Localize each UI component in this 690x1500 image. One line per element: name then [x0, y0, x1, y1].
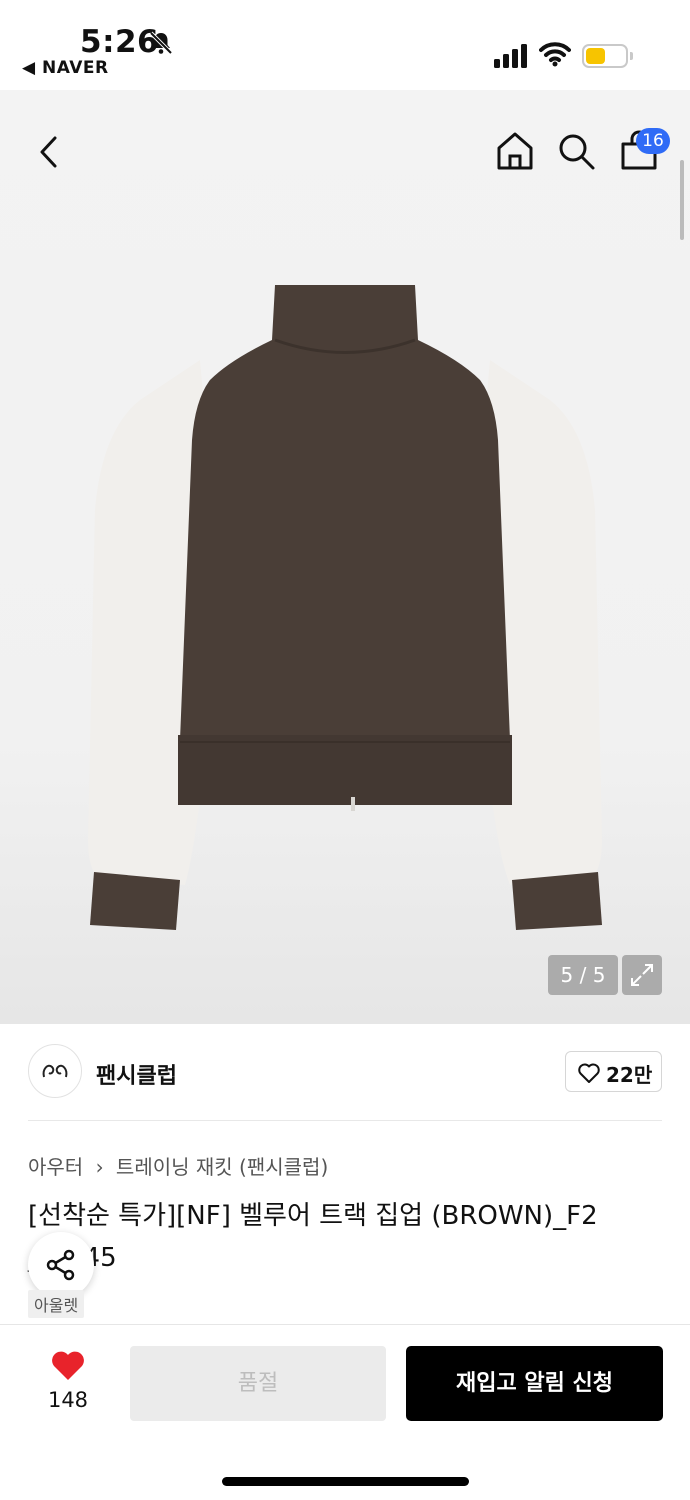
home-icon[interactable] — [495, 130, 535, 172]
home-indicator — [222, 1477, 469, 1486]
divider — [28, 1120, 662, 1121]
seller-like-button[interactable]: 22만 — [565, 1051, 662, 1092]
restock-alert-button[interactable]: 재입고 알림 신청 — [406, 1346, 663, 1421]
soldout-button: 품절 — [130, 1346, 386, 1421]
product-like-count: 148 — [47, 1388, 89, 1412]
breadcrumb-subcategory[interactable]: 트레이닝 재킷 (팬시클럽) — [116, 1155, 328, 1179]
bell-muted-icon — [149, 31, 173, 55]
scroll-indicator — [680, 160, 684, 240]
breadcrumb: 아우터 › 트레이닝 재킷 (팬시클럽) — [28, 1151, 328, 1180]
brand-logo-icon — [42, 1064, 68, 1078]
heart-outline-icon — [578, 1063, 600, 1083]
seller-row[interactable]: 팬시클럽 22만 — [28, 1044, 662, 1100]
seller-name[interactable]: 팬시클럽 — [96, 1058, 177, 1090]
product-image — [88, 285, 602, 930]
share-button[interactable] — [28, 1232, 94, 1298]
status-bar: 5:26 ◀ NAVER — [0, 0, 690, 90]
heart-filled-icon[interactable] — [50, 1350, 86, 1382]
fullscreen-button[interactable] — [622, 955, 662, 995]
wifi-icon — [539, 42, 571, 67]
image-pager: 5 / 5 — [548, 955, 618, 995]
chevron-right-icon: › — [95, 1155, 104, 1179]
cellular-signal-icon — [494, 44, 527, 68]
breadcrumb-category[interactable]: 아우터 — [28, 1155, 83, 1179]
back-chevron-icon[interactable] — [36, 132, 66, 172]
seller-like-count: 22만 — [606, 1063, 653, 1087]
back-to-app-link[interactable]: ◀ NAVER — [22, 58, 109, 78]
outlet-tag: 아울렛 — [28, 1290, 85, 1318]
product-title: [선착순 특가][NF] 벨루어 트랙 집업 (BROWN)_F2 ___945 — [28, 1201, 598, 1273]
search-icon[interactable] — [557, 132, 597, 172]
battery-icon — [582, 44, 633, 68]
expand-arrows-icon — [631, 964, 653, 986]
share-icon — [46, 1249, 75, 1281]
seller-logo[interactable] — [28, 1044, 82, 1098]
cart-count-badge: 16 — [636, 128, 670, 154]
